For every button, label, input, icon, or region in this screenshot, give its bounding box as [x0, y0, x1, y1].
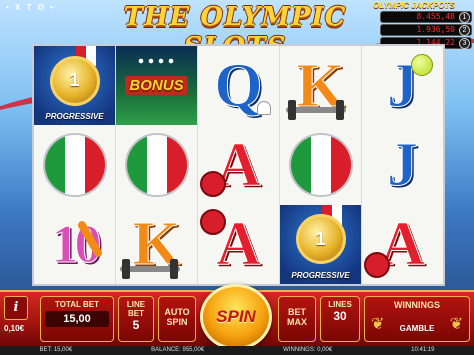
ping-pong-paddle-icon [200, 170, 226, 197]
shuttlecock-icon [257, 101, 271, 116]
symbol-a: A [362, 205, 443, 284]
bet-max-button[interactable]: BET MAX [278, 296, 316, 342]
lines-label: LINES [328, 300, 352, 309]
symbol-flag-italy [280, 125, 361, 204]
reel-4: K 1 PROGRESSIVE [280, 46, 362, 284]
lines-button[interactable]: LINES 30 [320, 296, 360, 342]
status-bet: BET: 15,00€ [39, 347, 73, 353]
progressive-label: PROGRESSIVE [291, 270, 350, 280]
jackpot-badge-1: 1 [459, 12, 470, 23]
reel-1: 1 PROGRESSIVE 10 [34, 46, 116, 284]
tennis-ball-icon [411, 54, 433, 76]
status-winnings: WINNINGS: 0,00€ [283, 347, 333, 353]
stadium-lights-icon [136, 56, 176, 66]
jackpot-value-1: 8.455,48 [416, 12, 455, 21]
symbol-a: A [198, 205, 279, 284]
reel-5: J J A [362, 46, 443, 284]
auto-spin-label: AUTO SPIN [164, 307, 190, 327]
symbol-flag-italy [116, 125, 197, 204]
barbell-icon [286, 100, 346, 121]
italy-flag-icon [42, 132, 107, 197]
barbell-icon [120, 258, 180, 279]
line-bet-value: 5 [132, 318, 140, 332]
progressive-label: PROGRESSIVE [45, 112, 104, 122]
winnings-box: WINNINGS ❦ ❦ GAMBLE [364, 296, 470, 342]
status-balance: BALANCE: 955,00€ [151, 347, 205, 353]
letter-q: Q [214, 51, 263, 120]
line-bet-button[interactable]: LINE BET 5 [118, 296, 154, 342]
italy-flag-icon [124, 132, 189, 197]
total-bet-box: TOTAL BET 15,00 [40, 296, 114, 342]
total-bet-label: TOTAL BET [55, 300, 99, 309]
laurel-right-icon: ❦ [449, 316, 463, 333]
jackpot-row-2: 1.936,50 2 [380, 24, 472, 36]
gold-medal-icon: 1 [49, 55, 100, 106]
status-time: 10:41:19 [411, 347, 435, 353]
info-button[interactable]: i [4, 296, 28, 320]
coin-value[interactable]: 0,10€ [4, 324, 30, 333]
symbol-j: J [362, 46, 443, 125]
jackpots-title: OLYMPIC JACKPOTS [373, 1, 455, 10]
symbol-bonus: BONUS [116, 46, 197, 126]
letter-j: J [387, 130, 419, 199]
ping-pong-paddle-icon [200, 208, 226, 235]
reel-grid: 1 PROGRESSIVE 10 BONUS K Q A A K 1 PROGR… [32, 44, 445, 286]
control-panel: i 0,10€ TOTAL BET 15,00 LINE BET 5 AUTO … [0, 284, 474, 350]
game-logo: THE OLYMPIC SLOTS [123, 2, 347, 62]
symbol-flag-italy [34, 125, 115, 204]
line-bet-label: LINE BET [126, 300, 146, 318]
ping-pong-paddle-icon [364, 251, 390, 278]
status-bar: BET: 15,00€ BALANCE: 955,00€ WINNINGS: 0… [0, 346, 474, 355]
spin-button[interactable]: SPIN [200, 284, 272, 350]
italy-flag-icon [288, 132, 353, 197]
bet-max-label: BET MAX [287, 307, 307, 327]
symbol-k: K [280, 46, 361, 125]
symbol-ten: 10 [34, 205, 115, 284]
game-stage: • X T O • THE OLYMPIC SLOTS OLYMPIC JACK… [0, 0, 474, 355]
jackpot-value-2: 1.936,50 [416, 25, 455, 34]
symbol-medal: 1 PROGRESSIVE [34, 46, 115, 126]
symbol-a: A [198, 125, 279, 204]
symbol-medal: 1 PROGRESSIVE [280, 204, 361, 284]
gold-medal-icon: 1 [295, 214, 346, 265]
reel-3: Q A A [198, 46, 280, 284]
winnings-label: WINNINGS [394, 300, 440, 310]
symbol-j: J [362, 125, 443, 204]
symbol-k: K [116, 205, 197, 284]
total-bet-value: 15,00 [45, 311, 109, 327]
symbol-q: Q [198, 46, 279, 125]
auto-spin-button[interactable]: AUTO SPIN [158, 296, 196, 342]
brand-mark: • X T O • [6, 3, 55, 12]
jackpot-badge-3: 3 [459, 38, 470, 49]
jackpot-badge-2: 2 [459, 25, 470, 36]
bonus-label: BONUS [125, 76, 188, 96]
lines-value: 30 [333, 309, 347, 323]
reel-2: BONUS K [116, 46, 198, 284]
laurel-left-icon: ❦ [371, 316, 385, 333]
jackpot-row-1: 8.455,48 1 [380, 11, 472, 23]
